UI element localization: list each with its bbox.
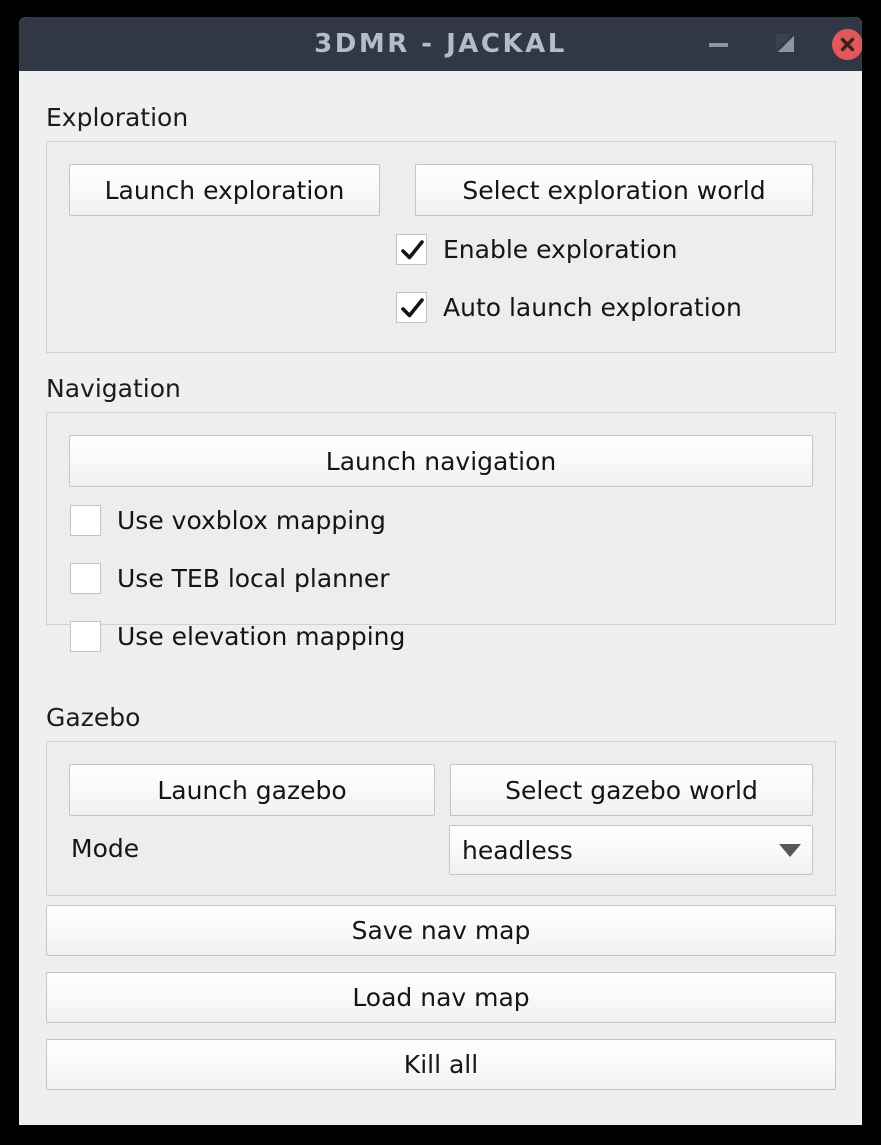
checkbox-use-elevation-mapping[interactable]: Use elevation mapping xyxy=(70,621,405,652)
section-title-exploration: Exploration xyxy=(46,103,189,132)
select-gazebo-world-button[interactable]: Select gazebo world xyxy=(450,764,813,816)
close-button[interactable] xyxy=(828,17,862,71)
checkbox-box-unchecked xyxy=(70,621,101,652)
minimize-icon xyxy=(709,43,728,47)
gazebo-groupbox: Launch gazebo Select gazebo world Mode h… xyxy=(46,741,836,896)
close-icon xyxy=(832,29,862,60)
launch-exploration-button[interactable]: Launch exploration xyxy=(69,164,380,216)
application-window: 3DMR - JACKAL Exploration Launch explora… xyxy=(19,17,862,1125)
checkbox-auto-launch-exploration[interactable]: Auto launch exploration xyxy=(396,292,742,323)
exploration-groupbox: Launch exploration Select exploration wo… xyxy=(46,141,836,353)
section-title-gazebo: Gazebo xyxy=(46,703,141,732)
checkbox-box-checked xyxy=(396,292,427,323)
maximize-icon xyxy=(775,33,795,53)
checkbox-label: Use TEB local planner xyxy=(117,564,390,593)
checkbox-enable-exploration[interactable]: Enable exploration xyxy=(396,234,677,265)
checkbox-box-checked xyxy=(396,234,427,265)
checkbox-label: Use voxblox mapping xyxy=(117,506,386,535)
checkbox-use-voxblox-mapping[interactable]: Use voxblox mapping xyxy=(70,505,386,536)
load-nav-map-button[interactable]: Load nav map xyxy=(46,972,836,1023)
minimize-button[interactable] xyxy=(699,17,739,71)
section-title-navigation: Navigation xyxy=(46,374,181,403)
kill-all-button[interactable]: Kill all xyxy=(46,1039,836,1090)
launch-navigation-button[interactable]: Launch navigation xyxy=(69,435,813,487)
save-nav-map-button[interactable]: Save nav map xyxy=(46,905,836,956)
gazebo-mode-value: headless xyxy=(462,835,573,865)
launch-gazebo-button[interactable]: Launch gazebo xyxy=(69,764,435,816)
mode-label: Mode xyxy=(71,834,140,863)
checkbox-box-unchecked xyxy=(70,563,101,594)
navigation-groupbox: Launch navigation Use voxblox mapping Us… xyxy=(46,412,836,652)
checkbox-label: Use elevation mapping xyxy=(117,622,406,651)
gazebo-mode-select[interactable]: headless xyxy=(449,825,813,875)
checkbox-use-teb-local-planner[interactable]: Use TEB local planner xyxy=(70,563,390,594)
select-exploration-world-button[interactable]: Select exploration world xyxy=(415,164,813,216)
maximize-button[interactable] xyxy=(764,17,804,71)
title-bar: 3DMR - JACKAL xyxy=(19,17,862,71)
chevron-down-icon xyxy=(768,843,812,857)
checkbox-box-unchecked xyxy=(70,505,101,536)
checkbox-label: Auto launch exploration xyxy=(443,293,742,322)
window-content: Exploration Launch exploration Select ex… xyxy=(19,71,862,1125)
checkbox-label: Enable exploration xyxy=(443,235,678,264)
